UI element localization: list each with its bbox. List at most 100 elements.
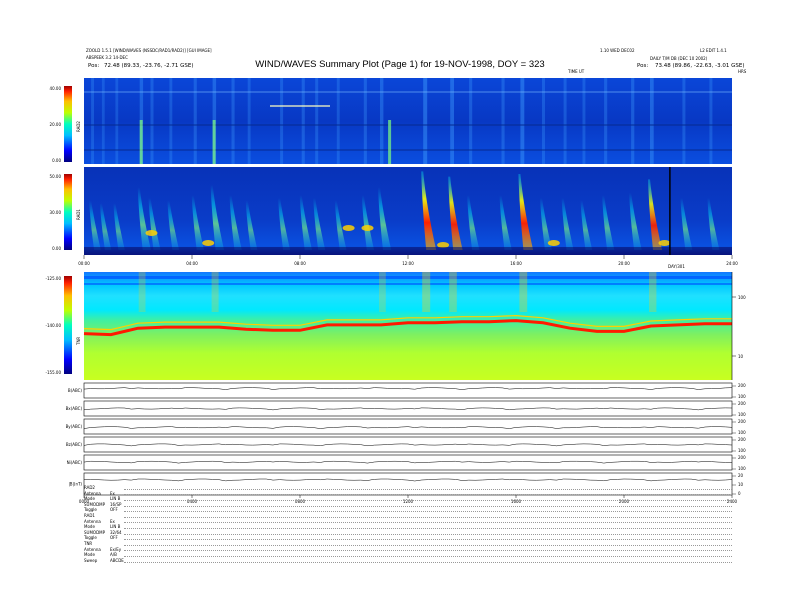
footer-dots: [124, 553, 732, 557]
mfi-frame: [83, 454, 733, 471]
footer-dots: [124, 491, 732, 496]
rad2-streak: [193, 78, 197, 164]
mfi-series-line: [83, 443, 733, 447]
header-right-1: 1.10 WED DEC02: [600, 48, 635, 53]
header-right-2: L2 EDIT 1.4.1: [700, 48, 727, 53]
rad1-xtick-label: 20:00: [618, 261, 630, 266]
rad1-xtick-label: 16:00: [510, 261, 522, 266]
footer-dots: [124, 497, 732, 501]
rad2-burst: [212, 120, 216, 164]
rad2-streak: [563, 78, 567, 164]
footer-row: Antenna Ex: [84, 491, 732, 497]
tnr-colorbar: [64, 276, 72, 374]
rad2-streak: [315, 78, 319, 164]
rad1-emission: [547, 240, 560, 246]
mfi-series-label: B(ABC): [68, 388, 83, 393]
rad2-streak: [650, 78, 654, 164]
footer-row: SUMODMP 32/64: [84, 530, 732, 536]
footer-row: SUMODMP 16/SP: [84, 502, 732, 508]
rad1-ytick-2: 0.00: [52, 246, 61, 251]
rad1-colorbar: [64, 174, 72, 250]
footer-dots: [124, 559, 732, 563]
tnr-burst: [422, 272, 431, 312]
footer-value: OFF: [110, 535, 118, 541]
mfi-right-tick: 100: [738, 466, 746, 471]
footer-row: Mode LIN B: [84, 524, 732, 530]
footer-dots: [124, 542, 732, 546]
rad2-streak: [682, 78, 686, 164]
rad2-streak: [231, 78, 235, 164]
rad1-xtick-label: 04:00: [186, 261, 198, 266]
rad2-streak: [280, 78, 284, 164]
rad2-streak: [469, 78, 473, 164]
mfi-series-label: By(ABC): [66, 424, 83, 429]
axis-note-day: DAY/301: [668, 264, 685, 269]
mfi-right-tick: 200: [738, 455, 746, 460]
rad2-streak: [247, 78, 251, 164]
footer-row: TNR: [84, 541, 732, 547]
rad2-streak: [301, 78, 305, 164]
rad1-xtick-label: 00:00: [78, 261, 90, 266]
rad2-streak: [501, 78, 505, 164]
rad2-burst: [388, 120, 392, 164]
header-left-1: ZOOLD 1.5.1 [WIND/WAVES (NSSDC/RAD1/RAD2…: [86, 48, 212, 53]
rad2-streak: [450, 78, 454, 164]
rad2-streak: [604, 78, 608, 164]
rad1-panel: 50.00 30.00 0.00 RAD1 00:00 04:00 08:00 12:…: [50, 167, 738, 269]
mfi-frame: [83, 382, 733, 399]
rad2-ytick-0: 40.00: [50, 86, 62, 91]
mfi-series-label: Bx(ABC): [66, 406, 83, 411]
tnr-ylabel: TNR: [76, 337, 81, 346]
mfi-series-line: [83, 460, 732, 464]
rad2-streak: [709, 78, 713, 164]
rad1-emission: [145, 230, 158, 236]
rad2-streak: [101, 78, 105, 164]
rad2-streak: [363, 78, 367, 164]
rad1-xtick-label: 08:00: [294, 261, 306, 266]
tnr-burst: [138, 272, 146, 312]
mfi-series-line: [83, 426, 733, 429]
rad2-streak: [520, 78, 525, 164]
mfi-right-tick: 200: [738, 419, 746, 424]
tnr-burst: [211, 272, 219, 312]
rad2-streak: [380, 78, 384, 164]
header-left-pos-value: 72.48 (89.33, -23.76, -2.71 GSE): [104, 63, 193, 69]
footer-dots: [124, 503, 732, 507]
mfi-right-tick: 100: [738, 430, 746, 435]
axis-note-hrs: HRS: [738, 69, 747, 74]
rad2-burst: [139, 120, 143, 164]
mfi-right-tick: 200: [738, 437, 746, 442]
tnr-burst: [379, 272, 386, 312]
rad1-emission: [361, 225, 374, 231]
header-right-pos-value: 73.48 (89.86, -22.63, -3.01 GSE): [655, 63, 744, 69]
mfi-series-label: |B|(nT): [68, 482, 82, 487]
header-right-3: DAILY T/M DB (DEC 10 2002): [650, 56, 708, 61]
rad2-streak: [423, 78, 428, 164]
footer-value: ABCDE: [110, 557, 124, 563]
rad2-streak: [631, 78, 635, 164]
page-title: WIND/WAVES Summary Plot (Page 1) for 19-…: [255, 59, 544, 70]
footer-row: Antenna Ex/Ey: [84, 547, 732, 553]
rad2-streak: [336, 78, 340, 164]
tnr-burst: [449, 272, 457, 312]
rad2-ytick-2: 0.00: [52, 158, 61, 163]
tnr-ytick-2: -155.00: [46, 370, 62, 375]
mfi-series-label: Ni(ABC): [67, 460, 83, 465]
footer-row: Mode A/B: [84, 552, 732, 558]
header-left-2: ABSPEEK 3.2 14-DEC: [86, 55, 128, 60]
rad2-streak: [542, 78, 545, 164]
rad1-xtick-label: 12:00: [402, 261, 414, 266]
rad1-xtick-label: 24:00: [726, 261, 738, 266]
rad1-ylabel: RAD1: [76, 209, 81, 220]
footer-dots: [124, 508, 732, 513]
mfi-series-line: [83, 387, 733, 390]
footer-row: Antenna Ex: [84, 519, 732, 525]
footer-row: Mode LIN B: [84, 496, 732, 502]
footer-row: RAD2: [84, 485, 732, 491]
footer-dots: [124, 547, 732, 552]
rad2-streak: [150, 78, 154, 164]
footer-parameter-table: RAD2 Antenna Ex Mode LIN B SUMODMP 16/SP Toggle…: [84, 485, 732, 563]
rad1-emission: [342, 225, 355, 231]
mfi-right-tick: 100: [738, 448, 746, 453]
tnr-right-tick-0: 100: [738, 295, 746, 300]
